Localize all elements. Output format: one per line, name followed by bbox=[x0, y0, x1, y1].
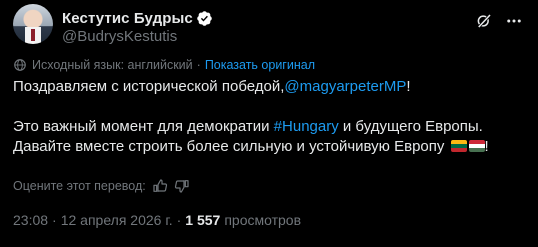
thumbs-up-icon[interactable] bbox=[152, 178, 168, 194]
show-original-link[interactable]: Показать оригинал bbox=[205, 58, 315, 72]
tweet-line-2-text: Это важный момент для демократии bbox=[13, 118, 274, 135]
translation-notice: Исходный язык: английский · Показать ори… bbox=[13, 57, 315, 73]
rate-translation-prompt: Оцените этот перевод: bbox=[13, 179, 146, 193]
tweet-header: Кестутис Будрыс @BudrysKestutis bbox=[13, 4, 525, 46]
grok-icon bbox=[477, 13, 492, 29]
lithuania-flag-icon bbox=[450, 140, 467, 152]
grok-button[interactable] bbox=[473, 10, 495, 32]
tweet-line-1-suffix: ! bbox=[406, 78, 411, 95]
author-name[interactable]: Кестутис Будрыс bbox=[62, 10, 193, 27]
tweet-line-3-suffix: ! bbox=[484, 138, 489, 155]
tweet-line-2-suffix: и будущего Европы. bbox=[338, 118, 483, 135]
more-icon bbox=[507, 19, 521, 23]
more-options-button[interactable] bbox=[503, 10, 525, 32]
thumbs-down-icon[interactable] bbox=[174, 178, 190, 194]
tweet-text: Поздравляем с исторической победой,@magy… bbox=[13, 77, 528, 157]
views-count: 1 557 bbox=[185, 212, 221, 228]
author-handle[interactable]: @BudrysKestutis bbox=[62, 28, 177, 45]
tweet-line-1-text: Поздравляем с исторической победой, bbox=[13, 78, 285, 95]
tweet-meta: 23:08 · 12 апреля 2026 г. · 1 557 просмо… bbox=[13, 210, 301, 230]
separator: · bbox=[196, 58, 201, 72]
rate-translation: Оцените этот перевод: bbox=[13, 177, 190, 195]
globe-icon bbox=[14, 59, 26, 71]
tweet-line-1: Поздравляем с исторической победой,@magy… bbox=[13, 77, 528, 97]
tweet-date[interactable]: 12 апреля 2026 г. bbox=[61, 212, 173, 228]
avatar-tie bbox=[31, 29, 35, 41]
hungary-flag-icon bbox=[468, 140, 485, 152]
author-name-row: Кестутис Будрыс bbox=[62, 8, 213, 28]
tweet-line-3: Давайте вместе строить более сильную и у… bbox=[13, 137, 528, 157]
mention-link[interactable]: @magyarpeterMP bbox=[284, 78, 406, 95]
tweet-time[interactable]: 23:08 bbox=[13, 212, 48, 228]
meta-separator: · bbox=[176, 212, 182, 228]
verified-badge-icon bbox=[197, 10, 212, 26]
tweet-line-3-text: Давайте вместе строить более сильную и у… bbox=[13, 138, 449, 155]
source-language-label: Исходный язык: английский bbox=[32, 58, 193, 72]
views-label: просмотров bbox=[224, 212, 302, 228]
avatar[interactable] bbox=[13, 4, 53, 44]
hashtag-link[interactable]: #Hungary bbox=[274, 118, 339, 135]
meta-separator: · bbox=[52, 212, 57, 228]
tweet-line-2: Это важный момент для демократии #Hungar… bbox=[13, 117, 528, 137]
